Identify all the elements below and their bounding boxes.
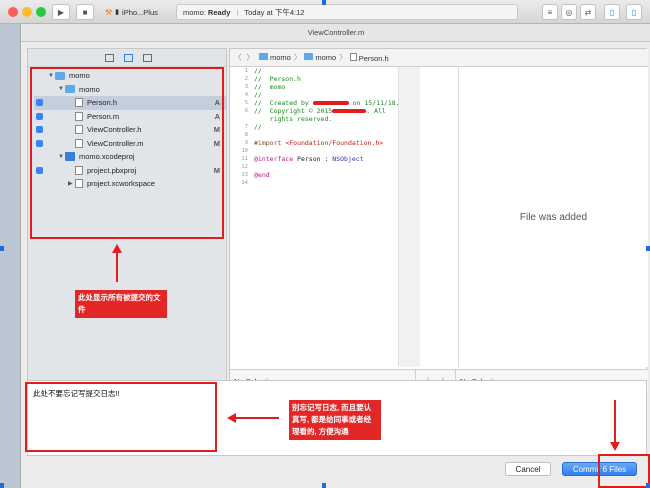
- resize-handle[interactable]: [646, 483, 650, 488]
- line-number-gutter: 1 2 3 4 5 6 7 8 9 10 11 12 13 14: [230, 68, 252, 368]
- source-code[interactable]: // // Person.h // momo // // Created by …: [254, 67, 400, 367]
- code-line: //: [254, 67, 262, 75]
- commit-arrow-shaft: [614, 400, 616, 444]
- scheme-label: iPho...Plus: [122, 7, 158, 17]
- stop-icon: ■: [82, 7, 88, 17]
- sheet-title: ViewController.m: [21, 24, 650, 42]
- line-number: 6: [244, 108, 248, 114]
- files-highlight-box: [30, 67, 224, 239]
- commit-sheet: ViewController.m ▼ momo ▼ momo Person.h A Pers…: [20, 24, 650, 488]
- standard-editor-button[interactable]: ≡: [542, 4, 558, 20]
- code-line: // Created by on 15/11/18.: [254, 99, 400, 107]
- redaction-mark: [312, 101, 349, 105]
- run-button[interactable]: ▶: [52, 4, 70, 20]
- forward-arrow-icon[interactable]: 〉: [247, 52, 255, 63]
- minimize-window-button[interactable]: [22, 7, 32, 17]
- zoom-window-button[interactable]: [36, 7, 46, 17]
- line-number: 7: [244, 124, 248, 130]
- editor-jump-bar: 〈 〉 momo 〉 momo 〉 Person.h: [230, 49, 648, 67]
- code-line: @interface Person : NSObject: [254, 155, 364, 163]
- status-time: Today at 下午4:12: [244, 7, 305, 17]
- device-icon: ▮: [115, 9, 120, 16]
- resize-handle[interactable]: [322, 0, 326, 5]
- xcode-navigator-strip: [0, 24, 20, 488]
- scheme-icon: ⚒: [105, 7, 113, 17]
- scheme-selector[interactable]: ⚒ ▮ iPho...Plus: [105, 4, 173, 20]
- code-line: @end: [254, 171, 270, 179]
- code-line: //: [254, 123, 262, 131]
- status-state: Ready: [207, 7, 231, 17]
- breadcrumb-item[interactable]: momo: [259, 53, 291, 62]
- version-editor-icon: ⇄: [584, 7, 592, 17]
- code-line: rights reserved.: [254, 115, 333, 123]
- close-window-button[interactable]: [8, 7, 18, 17]
- resize-handle[interactable]: [0, 483, 4, 488]
- status-project: momo:: [183, 7, 206, 17]
- assistant-editor-icon: ◎: [565, 7, 573, 17]
- code-line: #import <Foundation/Foundation.h>: [254, 139, 384, 147]
- editor-divider: [398, 67, 420, 367]
- activity-status: momo: Ready | Today at 下午4:12: [176, 4, 518, 20]
- code-line: // momo: [254, 83, 286, 91]
- line-number: 12: [241, 164, 248, 170]
- line-number: 4: [244, 92, 248, 98]
- file-added-message: File was added: [519, 211, 588, 223]
- line-number: 10: [241, 148, 248, 154]
- code-line: // Person.h: [254, 75, 301, 83]
- comparison-editor: 〈 〉 momo 〉 momo 〉 Person.h 1 2 3 4 5 6 7 8 9 10 11…: [229, 48, 648, 393]
- line-number: 3: [244, 84, 248, 90]
- assistant-editor-button[interactable]: ◎: [561, 4, 577, 20]
- breadcrumb: momo 〉 momo 〉 Person.h: [259, 52, 389, 63]
- arrow-left-icon: [227, 413, 236, 423]
- comparison-pane: File was added: [458, 67, 648, 367]
- line-number: 5: [244, 100, 248, 106]
- toggle-navigator-button[interactable]: ▯: [604, 4, 620, 20]
- cancel-button[interactable]: Cancel: [505, 462, 551, 476]
- left-panel-icon: ▯: [609, 7, 615, 17]
- stop-button[interactable]: ■: [76, 4, 94, 20]
- code-line: // Copyright © 2015. All: [254, 107, 386, 115]
- arrow-up-icon: [112, 244, 122, 253]
- line-number: 11: [241, 156, 248, 162]
- breadcrumb-item[interactable]: momo: [304, 53, 336, 62]
- code-line: //: [254, 91, 262, 99]
- line-number: 9: [244, 140, 248, 146]
- line-number: 1: [244, 68, 248, 74]
- right-panel-icon: ▯: [631, 7, 637, 17]
- log-arrow-shaft: [235, 417, 279, 419]
- arrow-down-icon: [610, 442, 620, 451]
- folder-icon[interactable]: [104, 53, 114, 62]
- line-number: [230, 116, 248, 124]
- navigator-tab-bar: [28, 49, 228, 67]
- files-arrow-shaft: [116, 252, 118, 282]
- toggle-utilities-button[interactable]: ▯: [626, 4, 642, 20]
- line-number: 2: [244, 76, 248, 82]
- line-number: 13: [241, 172, 248, 178]
- redaction-mark: [332, 109, 367, 113]
- commit-button-highlight-box: [598, 454, 650, 488]
- header-file-icon: [349, 52, 357, 61]
- document-icon[interactable]: [123, 53, 133, 62]
- resize-handle[interactable]: [322, 483, 326, 488]
- folder-icon: [259, 53, 268, 60]
- folder-icon: [304, 53, 314, 60]
- files-annotation: 此处显示所有被提交的文件: [75, 290, 167, 318]
- play-icon: ▶: [57, 7, 65, 17]
- line-number: 14: [241, 180, 248, 186]
- version-editor-button[interactable]: ⇄: [580, 4, 596, 20]
- resize-handle[interactable]: [646, 246, 650, 251]
- standard-editor-icon: ≡: [547, 7, 553, 17]
- breadcrumb-item[interactable]: Person.h: [349, 52, 389, 63]
- log-annotation: 别忘记写日志, 而且要认真写, 都是给同事或者经理看的, 方便沟通: [289, 400, 381, 440]
- grid-icon[interactable]: [142, 53, 152, 62]
- commit-message-highlight-box: [25, 382, 217, 452]
- line-number: 8: [244, 132, 248, 138]
- back-arrow-icon[interactable]: 〈: [234, 52, 242, 63]
- resize-handle[interactable]: [0, 246, 4, 251]
